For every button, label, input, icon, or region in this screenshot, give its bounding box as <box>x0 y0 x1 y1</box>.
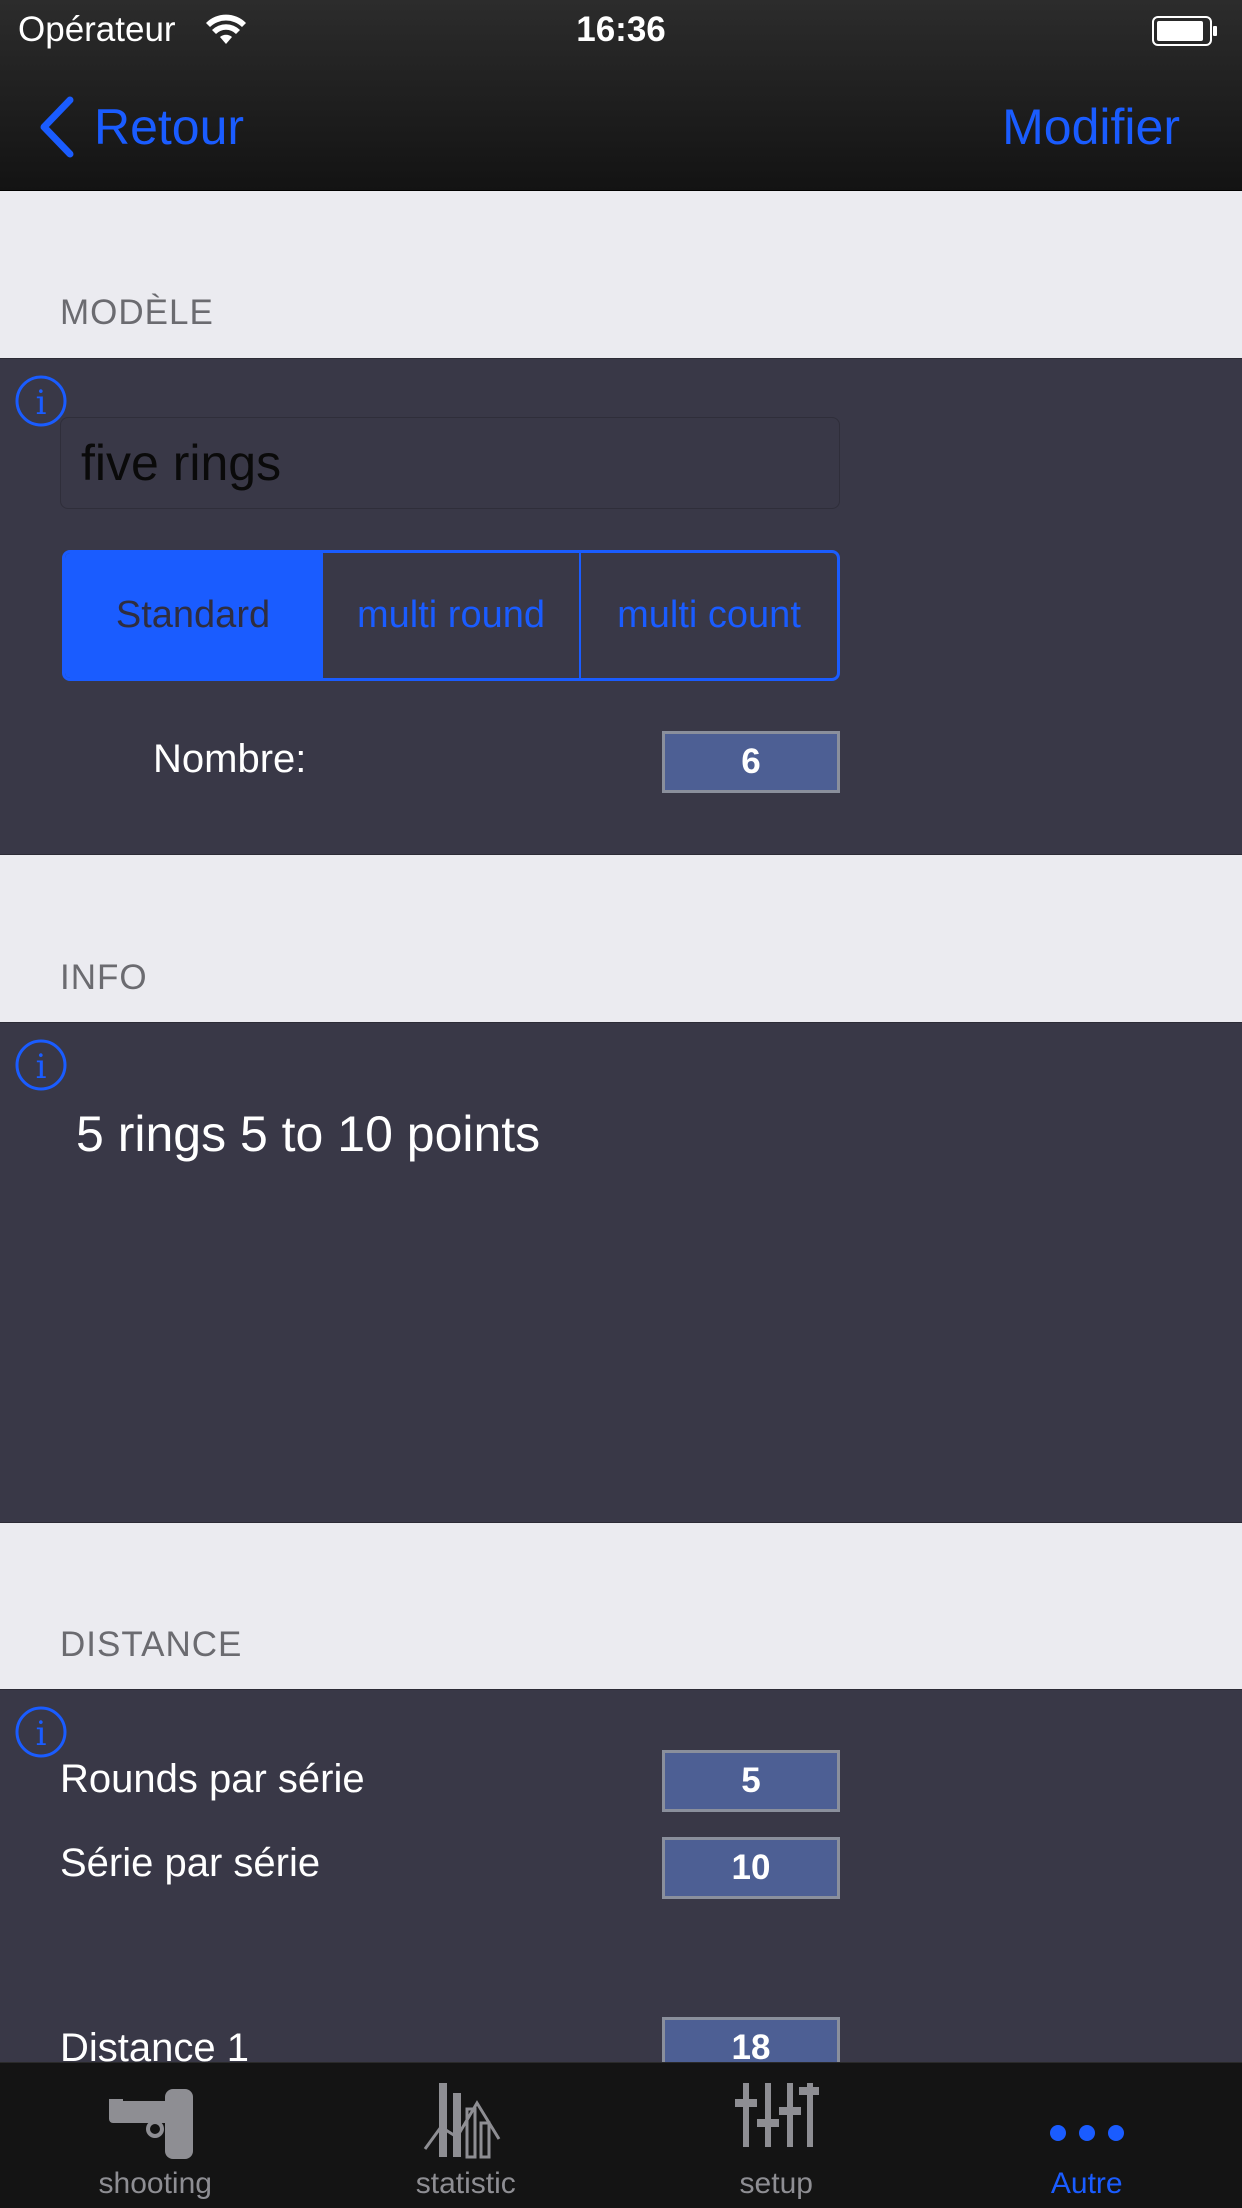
pistol-icon <box>109 2089 194 2159</box>
tab-autre[interactable]: Autre <box>932 2063 1242 2208</box>
status-bar: Opérateur 16:36 <box>0 0 1242 60</box>
section-header-info: INFO <box>60 958 148 997</box>
tab-bar: shooting statistic setup Autre <box>0 2062 1242 2208</box>
back-button[interactable]: Retour <box>36 92 244 162</box>
edit-button[interactable]: Modifier <box>1002 92 1180 162</box>
info-icon[interactable]: i <box>14 1705 68 1759</box>
info-description: 5 rings 5 to 10 points <box>76 1106 541 1162</box>
nombre-label: Nombre: <box>153 737 307 781</box>
info-icon[interactable]: i <box>14 374 68 428</box>
tab-setup[interactable]: setup <box>621 2063 932 2208</box>
serie-value-box[interactable]: 10 <box>662 1837 840 1899</box>
section-header-modele: MODÈLE <box>60 293 214 332</box>
top-bar: Opérateur 16:36 Retour Modifier <box>0 0 1242 191</box>
back-label: Retour <box>94 99 245 155</box>
statistic-icon <box>423 2083 501 2159</box>
tab-label-statistic: statistic <box>415 2167 516 2200</box>
tab-label-setup: setup <box>739 2167 813 2200</box>
battery-icon <box>1152 16 1217 46</box>
tab-statistic[interactable]: statistic <box>311 2063 622 2208</box>
segment-multi-count[interactable]: multi count <box>581 553 837 678</box>
info-icon[interactable]: i <box>14 1038 68 1092</box>
sliders-icon <box>735 2083 820 2147</box>
segment-multi-round[interactable]: multi round <box>323 553 581 678</box>
more-icon <box>1049 2125 1124 2141</box>
mode-segmented-control[interactable]: Standard multi round multi count <box>62 550 840 681</box>
nombre-value-box[interactable]: 6 <box>662 731 840 793</box>
svg-text:i: i <box>36 383 47 423</box>
info-panel <box>0 1022 1242 1523</box>
tab-label-autre: Autre <box>1050 2167 1123 2200</box>
chevron-left-icon <box>40 96 74 158</box>
model-name-field[interactable]: five rings <box>60 417 840 509</box>
svg-text:i: i <box>36 1714 47 1754</box>
svg-text:i: i <box>36 1047 47 1087</box>
section-header-distance: DISTANCE <box>60 1625 243 1664</box>
tab-label-shooting: shooting <box>98 2167 212 2200</box>
segment-standard[interactable]: Standard <box>65 553 323 678</box>
rounds-label: Rounds par série <box>60 1757 365 1801</box>
clock: 16:36 <box>576 10 666 49</box>
tab-shooting[interactable]: shooting <box>0 2063 311 2208</box>
rounds-value-box[interactable]: 5 <box>662 1750 840 1812</box>
serie-label: Série par série <box>60 1841 321 1885</box>
